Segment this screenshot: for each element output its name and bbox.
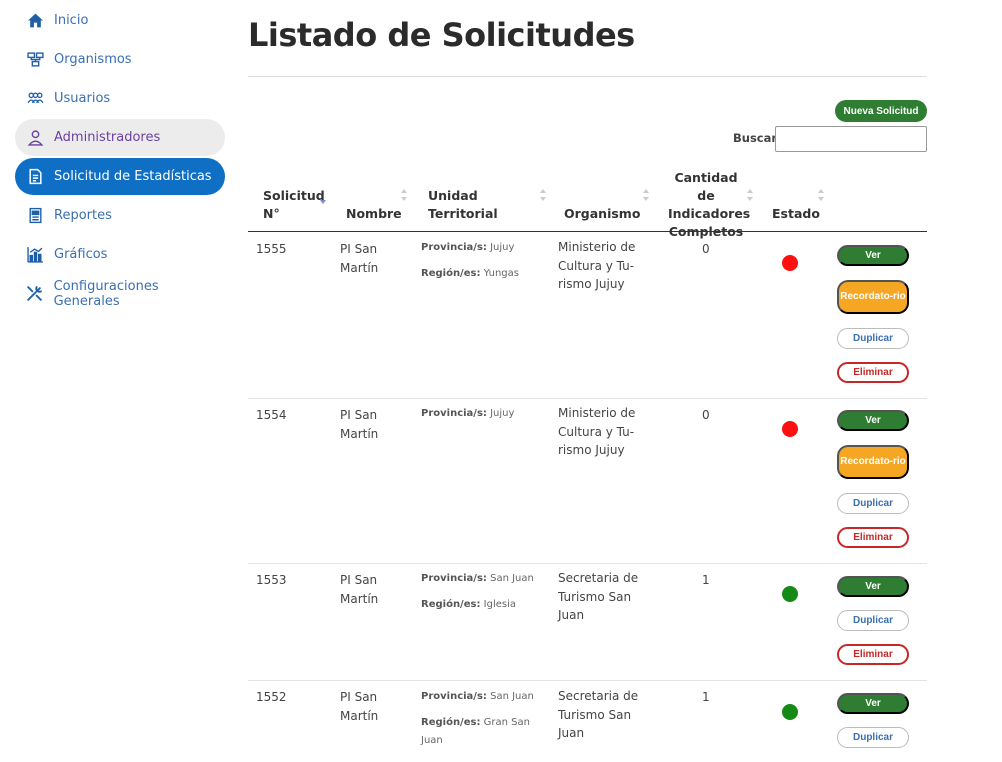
sort-icon[interactable] (746, 187, 754, 203)
eliminar-button[interactable]: Eliminar (837, 362, 909, 383)
table-header: Solicitud N° Nombre Unidad Territorial O… (248, 165, 927, 239)
sidebar-item-label: Administradores (54, 130, 161, 145)
status-dot (782, 704, 798, 720)
column-header-organismo[interactable]: Organismo (564, 205, 640, 223)
sidebar-item-label: Solicitud de Estadísticas (54, 169, 212, 184)
sidebar-item-administradores[interactable]: Administradores (15, 119, 225, 156)
ver-button[interactable]: Ver (837, 576, 909, 597)
ver-button[interactable]: Ver (837, 245, 909, 266)
solicitud-id: 1555 (256, 242, 287, 256)
new-request-button[interactable]: Nueva Solicitud (835, 100, 927, 122)
solicitud-id: 1552 (256, 690, 287, 704)
sidebar-item-organismos[interactable]: Organismos (15, 41, 225, 78)
ver-button[interactable]: Ver (837, 410, 909, 431)
unidad-territorial-cell: Provincia/s: Jujuy (421, 408, 515, 419)
sidebar-item-reportes[interactable]: Reportes (15, 197, 225, 234)
cantidad-cell: 1 (702, 690, 710, 704)
sort-desc-icon[interactable] (319, 194, 327, 210)
page-title: Listado de Solicitudes (248, 16, 635, 54)
sort-icon[interactable] (642, 187, 650, 203)
nombre-cell: PI San Martín (340, 242, 379, 275)
table-row: 1553 PI San Martín Provincia/s: San Juan… (248, 564, 927, 681)
cantidad-cell: 0 (702, 408, 710, 422)
nombre-cell: PI San Martín (340, 408, 379, 441)
status-dot (782, 586, 798, 602)
solicitud-id: 1554 (256, 408, 287, 422)
column-header-estado[interactable]: Estado (772, 205, 820, 223)
sidebar-item-label: Organismos (54, 52, 132, 67)
eliminar-button[interactable]: Eliminar (837, 644, 909, 665)
chart-icon (26, 246, 44, 264)
organismo-cell: Secretaria de Turismo San Juan (558, 689, 639, 740)
sort-icon[interactable] (400, 187, 408, 203)
sidebar-item-label: Reportes (54, 208, 112, 223)
sidebar-item-label: Gráficos (54, 247, 108, 262)
admin-icon (26, 129, 44, 147)
table-row: 1555 PI San Martín Provincia/s: Jujuy Re… (248, 232, 927, 399)
unidad-territorial-cell: Provincia/s: San Juan Región/es: Iglesia (421, 573, 534, 610)
column-header-solicitud[interactable]: Solicitud N° (263, 187, 325, 223)
home-icon (26, 12, 44, 30)
cantidad-cell: 0 (702, 242, 710, 256)
sidebar-item-inicio[interactable]: Inicio (15, 2, 225, 39)
users-icon (26, 90, 44, 108)
organismo-cell: Secretaria de Turismo San Juan (558, 571, 639, 622)
sidebar-item-usuarios[interactable]: Usuarios (15, 80, 225, 117)
column-header-nombre[interactable]: Nombre (346, 205, 402, 223)
sort-icon[interactable] (817, 187, 825, 203)
sidebar-item-configuraciones[interactable]: Configuraciones Generales (15, 275, 225, 312)
organismo-cell: Ministerio de Cultura y Tu- rismo Jujuy (558, 240, 636, 291)
status-dot (782, 421, 798, 437)
nombre-cell: PI San Martín (340, 573, 379, 606)
unidad-territorial-cell: Provincia/s: Jujuy Región/es: Yungas (421, 242, 519, 279)
sidebar-item-label: Configuraciones Generales (53, 278, 159, 309)
search-input[interactable] (775, 126, 927, 152)
sort-icon[interactable] (539, 187, 547, 203)
nombre-cell: PI San Martín (340, 690, 379, 723)
report-icon (26, 207, 44, 225)
eliminar-button[interactable]: Eliminar (837, 527, 909, 548)
ver-button[interactable]: Ver (837, 693, 909, 714)
column-header-cantidad[interactable]: Cantidad de Indicadores Completos (668, 169, 750, 241)
cantidad-cell: 1 (702, 573, 710, 587)
unidad-territorial-cell: Provincia/s: San Juan Región/es: Gran Sa… (421, 691, 534, 746)
recordatorio-button[interactable]: Recordato-rio (837, 280, 909, 314)
document-icon (26, 168, 44, 186)
sidebar-item-label: Inicio (54, 13, 89, 28)
status-dot (782, 255, 798, 271)
duplicar-button[interactable]: Duplicar (837, 610, 909, 631)
sidebar-item-solicitud-estadisticas[interactable]: Solicitud de Estadísticas (15, 158, 225, 195)
solicitud-id: 1553 (256, 573, 287, 587)
tools-icon (26, 285, 44, 303)
duplicar-button[interactable]: Duplicar (837, 727, 909, 748)
organization-icon (26, 51, 44, 69)
title-divider (248, 76, 927, 77)
duplicar-button[interactable]: Duplicar (837, 328, 909, 349)
organismo-cell: Ministerio de Cultura y Tu- rismo Jujuy (558, 406, 636, 457)
table-row: 1552 PI San Martín Provincia/s: San Juan… (248, 681, 927, 762)
sidebar: Inicio Organismos Usuarios Administrador… (15, 0, 225, 312)
sidebar-item-graficos[interactable]: Gráficos (15, 236, 225, 273)
recordatorio-button[interactable]: Recordato-rio (837, 445, 909, 479)
duplicar-button[interactable]: Duplicar (837, 493, 909, 514)
table-row: 1554 PI San Martín Provincia/s: Jujuy Mi… (248, 399, 927, 564)
sidebar-item-label: Usuarios (54, 91, 111, 106)
column-header-unidad-territorial[interactable]: Unidad Territorial (428, 187, 498, 223)
